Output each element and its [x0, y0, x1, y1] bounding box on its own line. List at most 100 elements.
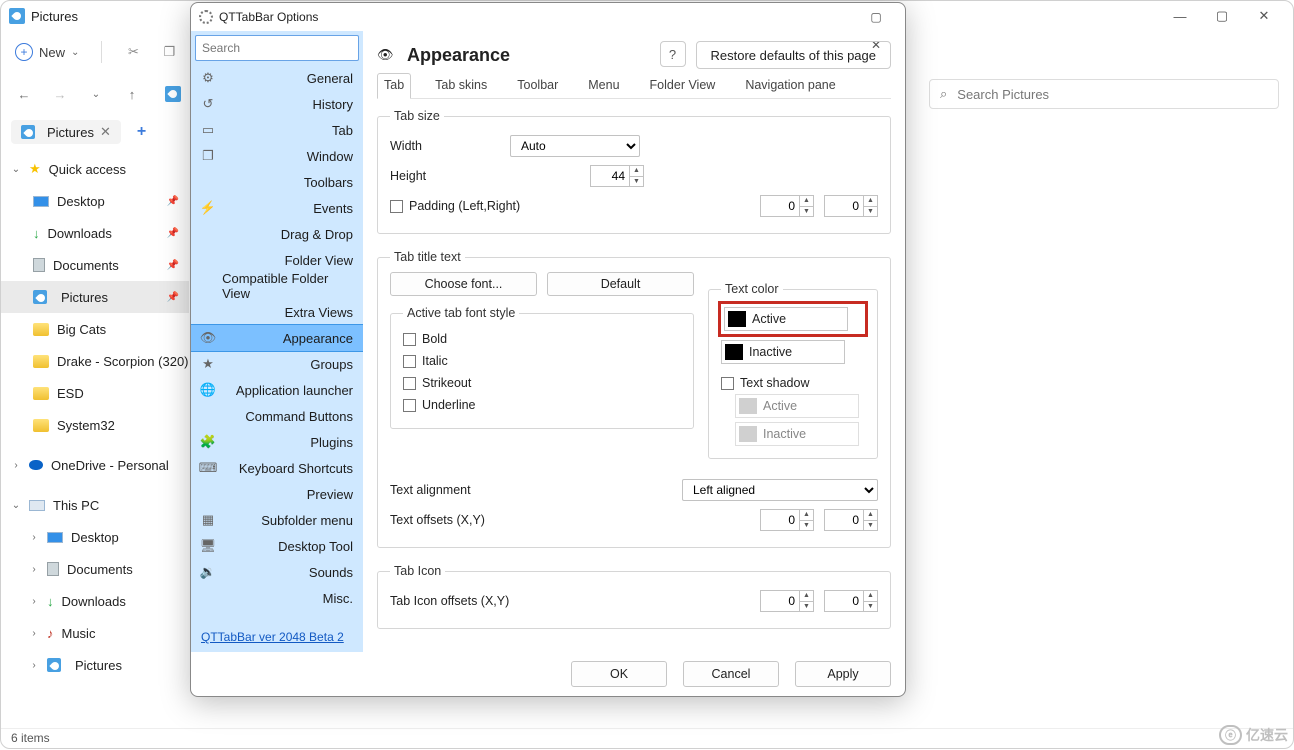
- sidebar-item-system32[interactable]: System32: [1, 409, 189, 441]
- sidebar-item-bigcats[interactable]: Big Cats: [1, 313, 189, 345]
- category-tab[interactable]: ▭Tab: [191, 117, 363, 143]
- pc-item-music[interactable]: ›♪Music: [1, 617, 189, 649]
- category-icon: [199, 251, 217, 269]
- sidebar-item-downloads[interactable]: ↓Downloads📌: [1, 217, 189, 249]
- category-keyboard-shortcuts[interactable]: ⌨Keyboard Shortcuts: [191, 455, 363, 481]
- category-subfolder-menu[interactable]: ▦Subfolder menu: [191, 507, 363, 533]
- tab-close-icon[interactable]: ✕: [100, 124, 111, 140]
- pc-item-downloads[interactable]: ›↓Downloads: [1, 585, 189, 617]
- category-general[interactable]: ⚙General: [191, 65, 363, 91]
- category-extra-views[interactable]: Extra Views: [191, 299, 363, 325]
- offset-x-spinner[interactable]: ▲▼: [760, 509, 814, 531]
- sidebar-item-pictures[interactable]: Pictures📌: [1, 281, 189, 313]
- width-select[interactable]: Auto: [510, 135, 640, 157]
- cut-icon[interactable]: ✂: [124, 43, 142, 61]
- category-events[interactable]: ⚡Events: [191, 195, 363, 221]
- default-font-button[interactable]: Default: [547, 272, 694, 296]
- tab-icon-group: Tab Icon Tab Icon offsets (X,Y) ▲▼ ▲▼: [377, 564, 891, 629]
- recent-button[interactable]: ⌄: [87, 89, 105, 100]
- restore-defaults-button[interactable]: Restore defaults of this page: [696, 41, 892, 69]
- category-command-buttons[interactable]: Command Buttons: [191, 403, 363, 429]
- cancel-button[interactable]: Cancel: [683, 661, 779, 687]
- copy-icon[interactable]: ❐: [160, 43, 178, 61]
- forward-button[interactable]: →: [51, 87, 69, 102]
- subtab-folder-view[interactable]: Folder View: [644, 74, 722, 98]
- dialog-titlebar: QTTabBar Options — ▢ ✕: [191, 3, 905, 31]
- version-link[interactable]: QTTabBar ver 2048 Beta 2: [191, 622, 363, 652]
- back-button[interactable]: ←: [15, 87, 33, 102]
- category-application-launcher[interactable]: 🌐Application launcher: [191, 377, 363, 403]
- category-toolbars[interactable]: Toolbars: [191, 169, 363, 195]
- subtab-toolbar[interactable]: Toolbar: [511, 74, 564, 98]
- quick-access-node[interactable]: ⌄★Quick access: [1, 153, 189, 185]
- up-button[interactable]: ↑: [123, 87, 141, 102]
- ok-button[interactable]: OK: [571, 661, 667, 687]
- this-pc-node[interactable]: ⌄This PC: [1, 489, 189, 521]
- subtab-tab-skins[interactable]: Tab skins: [429, 74, 493, 98]
- pc-item-desktop[interactable]: ›Desktop: [1, 521, 189, 553]
- minimize-button[interactable]: —: [1159, 2, 1201, 30]
- dialog-maximize-button[interactable]: ▢: [855, 3, 897, 31]
- height-spinner[interactable]: ▲▼: [590, 165, 644, 187]
- category-preview[interactable]: Preview: [191, 481, 363, 507]
- icon-offset-x-spinner[interactable]: ▲▼: [760, 590, 814, 612]
- padding-left-spinner[interactable]: ▲▼: [760, 195, 814, 217]
- help-button[interactable]: ?: [660, 41, 686, 67]
- new-tab-button[interactable]: +: [137, 123, 146, 141]
- eye-icon: 👁: [377, 47, 397, 63]
- alignment-select[interactable]: Left aligned: [682, 479, 878, 501]
- icon-offset-y-spinner[interactable]: ▲▼: [824, 590, 878, 612]
- text-shadow-checkbox[interactable]: Text shadow: [721, 372, 865, 394]
- explorer-tab[interactable]: Pictures ✕: [11, 120, 121, 144]
- category-misc-[interactable]: Misc.: [191, 585, 363, 611]
- inactive-color-button[interactable]: Inactive: [721, 340, 845, 364]
- subtab-menu[interactable]: Menu: [582, 74, 625, 98]
- category-drag-drop[interactable]: Drag & Drop: [191, 221, 363, 247]
- sidebar-item-esd[interactable]: ESD: [1, 377, 189, 409]
- strikeout-checkbox[interactable]: Strikeout: [403, 372, 681, 394]
- subtab-navigation-pane[interactable]: Navigation pane: [739, 74, 841, 98]
- category-icon: ▦: [199, 511, 217, 529]
- padding-right-spinner[interactable]: ▲▼: [824, 195, 878, 217]
- pc-item-pictures[interactable]: ›Pictures: [1, 649, 189, 681]
- category-search[interactable]: Search: [195, 35, 359, 61]
- category-desktop-tool[interactable]: 🖥Desktop Tool: [191, 533, 363, 559]
- category-icon: ★: [199, 355, 217, 373]
- sidebar-item-drake[interactable]: Drake - Scorpion (320): [1, 345, 189, 377]
- category-plugins[interactable]: 🧩Plugins: [191, 429, 363, 455]
- dialog-footer: OK Cancel Apply: [191, 652, 905, 696]
- italic-checkbox[interactable]: Italic: [403, 350, 681, 372]
- sidebar-item-desktop[interactable]: Desktop📌: [1, 185, 189, 217]
- text-offsets-label: Text offsets (X,Y): [390, 513, 640, 527]
- choose-font-button[interactable]: Choose font...: [390, 272, 537, 296]
- active-color-button[interactable]: Active: [724, 307, 848, 331]
- chevron-right-icon: ›: [29, 532, 39, 543]
- category-sounds[interactable]: 🔉Sounds: [191, 559, 363, 585]
- category-history[interactable]: ↺History: [191, 91, 363, 117]
- apply-button[interactable]: Apply: [795, 661, 891, 687]
- sidebar-item-documents[interactable]: Documents📌: [1, 249, 189, 281]
- tab-title-text-group: Tab title text Choose font... Default Ac…: [377, 250, 891, 548]
- subtab-tab[interactable]: Tab: [377, 73, 411, 99]
- padding-checkbox[interactable]: Padding (Left,Right): [390, 195, 520, 217]
- options-dialog: QTTabBar Options — ▢ ✕ Search ⚙General↺H…: [190, 2, 906, 697]
- search-box[interactable]: ⌕ Search Pictures: [929, 79, 1279, 109]
- maximize-button[interactable]: ▢: [1201, 2, 1243, 30]
- new-button[interactable]: + New ⌄: [15, 43, 79, 61]
- bold-checkbox[interactable]: Bold: [403, 328, 681, 350]
- category-compatible-folder-view[interactable]: Compatible Folder View: [191, 273, 363, 299]
- category-appearance[interactable]: 👁Appearance: [191, 325, 363, 351]
- desktop-icon: [33, 196, 49, 207]
- category-folder-view[interactable]: Folder View: [191, 247, 363, 273]
- options-content: 👁 Appearance ? Restore defaults of this …: [363, 31, 905, 652]
- chevron-down-icon: ⌄: [11, 500, 21, 511]
- category-window[interactable]: ❐Window: [191, 143, 363, 169]
- close-button[interactable]: ✕: [1243, 2, 1285, 30]
- offset-y-spinner[interactable]: ▲▼: [824, 509, 878, 531]
- pc-item-documents[interactable]: ›Documents: [1, 553, 189, 585]
- onedrive-node[interactable]: ›OneDrive - Personal: [1, 449, 189, 481]
- underline-checkbox[interactable]: Underline: [403, 394, 681, 416]
- category-groups[interactable]: ★Groups: [191, 351, 363, 377]
- color-swatch-icon: [725, 344, 743, 360]
- watermark: ⓔ亿速云: [1219, 725, 1288, 745]
